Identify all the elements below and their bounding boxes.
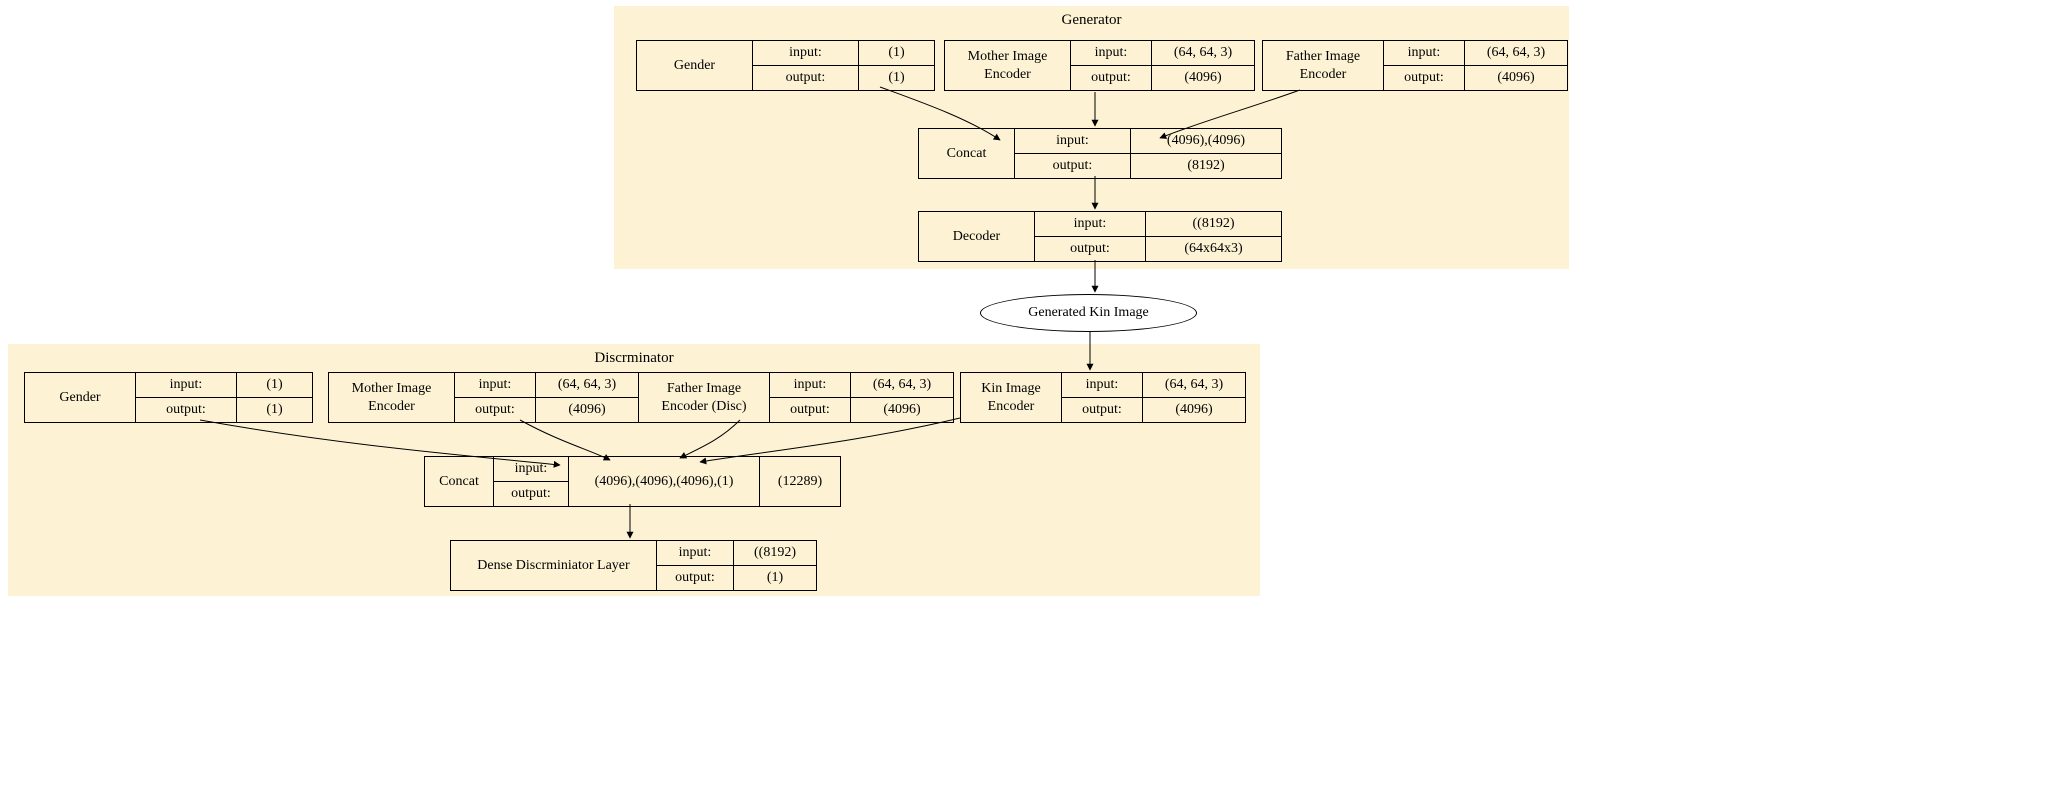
disc-dense-output-v: (1)	[734, 566, 817, 591]
disc-gender-node: Gender input: (1) output: (1)	[24, 372, 313, 423]
gen-gender-node: Gender input: (1) output: (1)	[636, 40, 935, 91]
disc-concat-extra: (12289)	[760, 457, 841, 507]
disc-gender-output-v: (1)	[237, 398, 313, 423]
disc-dense-input-l: input:	[657, 541, 734, 566]
disc-mother-label: Mother ImageEncoder	[329, 373, 455, 423]
gen-gender-label: Gender	[637, 41, 753, 91]
gen-mother-label: Mother ImageEncoder	[945, 41, 1071, 91]
disc-gender-label: Gender	[25, 373, 136, 423]
gen-father-output-l: output:	[1384, 66, 1465, 91]
disc-father-output-l: output:	[770, 398, 851, 423]
gen-gender-input-l: input:	[753, 41, 859, 66]
discriminator-title: Discrminator	[594, 350, 673, 367]
gen-decoder-output-v: (64x64x3)	[1146, 237, 1282, 262]
disc-kin-input-l: input:	[1062, 373, 1143, 398]
disc-kin-node: Kin ImageEncoder input: (64, 64, 3) outp…	[960, 372, 1246, 423]
gen-decoder-input-l: input:	[1035, 212, 1146, 237]
gen-father-node: Father ImageEncoder input: (64, 64, 3) o…	[1262, 40, 1568, 91]
gen-mother-input-v: (64, 64, 3)	[1152, 41, 1255, 66]
generated-kin-node: Generated Kin Image	[980, 294, 1197, 332]
gen-gender-input-v: (1)	[859, 41, 935, 66]
disc-gender-input-l: input:	[136, 373, 237, 398]
disc-concat-output-l: output:	[494, 482, 569, 507]
gen-father-input-v: (64, 64, 3)	[1465, 41, 1568, 66]
disc-dense-label: Dense Discrminiator Layer	[451, 541, 657, 591]
disc-father-input-v: (64, 64, 3)	[851, 373, 954, 398]
gen-mother-output-v: (4096)	[1152, 66, 1255, 91]
gen-mother-input-l: input:	[1071, 41, 1152, 66]
gen-concat-output-v: (8192)	[1131, 154, 1282, 179]
gen-decoder-output-l: output:	[1035, 237, 1146, 262]
disc-dense-input-v: ((8192)	[734, 541, 817, 566]
disc-mother-output-l: output:	[455, 398, 536, 423]
gen-concat-input-v: (4096),(4096)	[1131, 129, 1282, 154]
gen-concat-node: Concat input: (4096),(4096) output: (819…	[918, 128, 1282, 179]
disc-father-input-l: input:	[770, 373, 851, 398]
disc-mother-node: Mother ImageEncoder input: (64, 64, 3) o…	[328, 372, 639, 423]
gen-concat-output-l: output:	[1015, 154, 1131, 179]
gen-decoder-node: Decoder input: ((8192) output: (64x64x3)	[918, 211, 1282, 262]
disc-concat-input-v: (4096),(4096),(4096),(1)	[569, 457, 760, 507]
disc-concat-node: Concat input: (4096),(4096),(4096),(1) (…	[424, 456, 841, 507]
generator-title: Generator	[1062, 12, 1122, 29]
gen-father-input-l: input:	[1384, 41, 1465, 66]
disc-mother-input-l: input:	[455, 373, 536, 398]
disc-concat-input-l: input:	[494, 457, 569, 482]
gen-decoder-label: Decoder	[919, 212, 1035, 262]
gen-concat-input-l: input:	[1015, 129, 1131, 154]
disc-father-output-v: (4096)	[851, 398, 954, 423]
disc-dense-node: Dense Discrminiator Layer input: ((8192)…	[450, 540, 817, 591]
disc-kin-output-v: (4096)	[1143, 398, 1246, 423]
gen-father-label: Father ImageEncoder	[1263, 41, 1384, 91]
gen-gender-output-v: (1)	[859, 66, 935, 91]
gen-father-output-v: (4096)	[1465, 66, 1568, 91]
disc-mother-output-v: (4096)	[536, 398, 639, 423]
gen-decoder-input-v: ((8192)	[1146, 212, 1282, 237]
disc-father-label: Father ImageEncoder (Disc)	[639, 373, 770, 423]
gen-mother-output-l: output:	[1071, 66, 1152, 91]
disc-father-node: Father ImageEncoder (Disc) input: (64, 6…	[638, 372, 954, 423]
disc-mother-input-v: (64, 64, 3)	[536, 373, 639, 398]
disc-gender-input-v: (1)	[237, 373, 313, 398]
disc-concat-label: Concat	[425, 457, 494, 507]
disc-dense-output-l: output:	[657, 566, 734, 591]
disc-kin-label: Kin ImageEncoder	[961, 373, 1062, 423]
gen-mother-node: Mother ImageEncoder input: (64, 64, 3) o…	[944, 40, 1255, 91]
disc-gender-output-l: output:	[136, 398, 237, 423]
gen-concat-label: Concat	[919, 129, 1015, 179]
gen-gender-output-l: output:	[753, 66, 859, 91]
disc-kin-input-v: (64, 64, 3)	[1143, 373, 1246, 398]
disc-kin-output-l: output:	[1062, 398, 1143, 423]
